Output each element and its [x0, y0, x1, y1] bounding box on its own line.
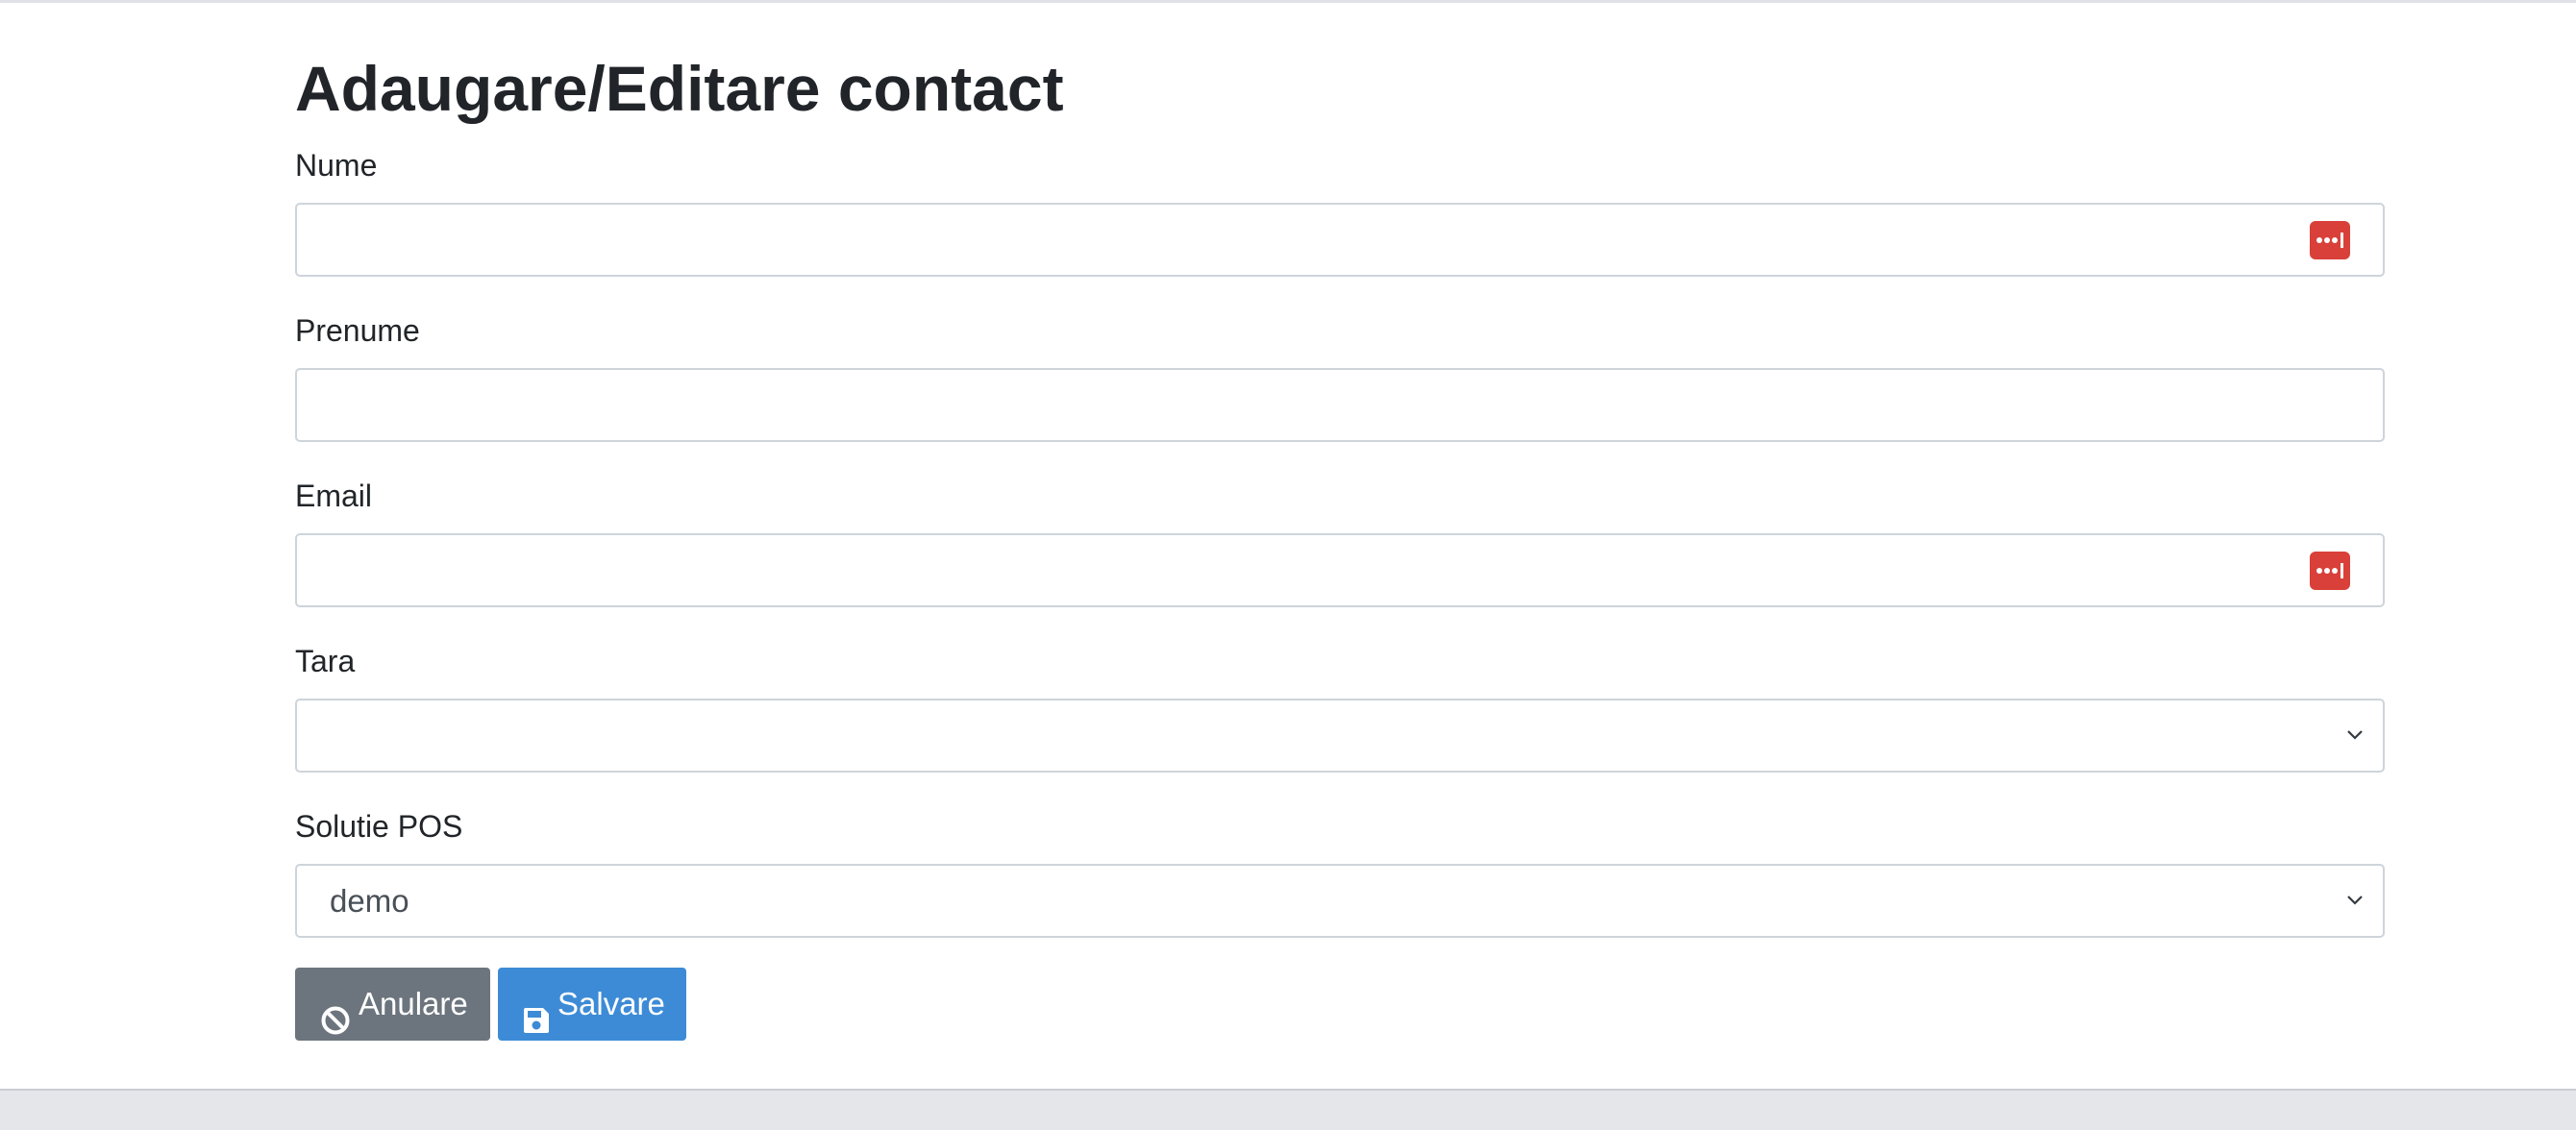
chevron-down-icon — [2344, 893, 2365, 908]
password-manager-icon[interactable] — [2310, 221, 2350, 259]
email-label: Email — [295, 479, 373, 513]
page-title: Adaugare/Editare contact — [295, 53, 1064, 124]
prenume-input[interactable] — [297, 370, 2316, 440]
save-button-label: Salvare — [557, 986, 665, 1021]
prenume-label: Prenume — [295, 313, 420, 348]
solutie-pos-label: Solutie POS — [295, 809, 463, 844]
floppy-disk-icon — [521, 989, 552, 1033]
footer-band — [0, 1089, 2576, 1130]
cancel-button-label: Anulare — [359, 986, 468, 1021]
tara-select[interactable] — [295, 699, 2385, 773]
prenume-field[interactable] — [295, 368, 2385, 442]
solutie-pos-selected-value: demo — [330, 883, 409, 919]
tara-label: Tara — [295, 644, 356, 678]
email-field[interactable] — [295, 533, 2385, 607]
chevron-down-icon — [2344, 727, 2365, 743]
cancel-button[interactable]: Anulare — [295, 968, 490, 1041]
nume-label: Nume — [295, 148, 378, 183]
email-input[interactable] — [297, 535, 2316, 605]
ban-icon — [320, 989, 351, 1035]
top-border — [0, 0, 2576, 3]
password-manager-icon[interactable] — [2310, 552, 2350, 590]
save-button[interactable]: Salvare — [498, 968, 686, 1041]
nume-input[interactable] — [297, 205, 2316, 275]
nume-field[interactable] — [295, 203, 2385, 277]
solutie-pos-select[interactable]: demo — [295, 864, 2385, 938]
